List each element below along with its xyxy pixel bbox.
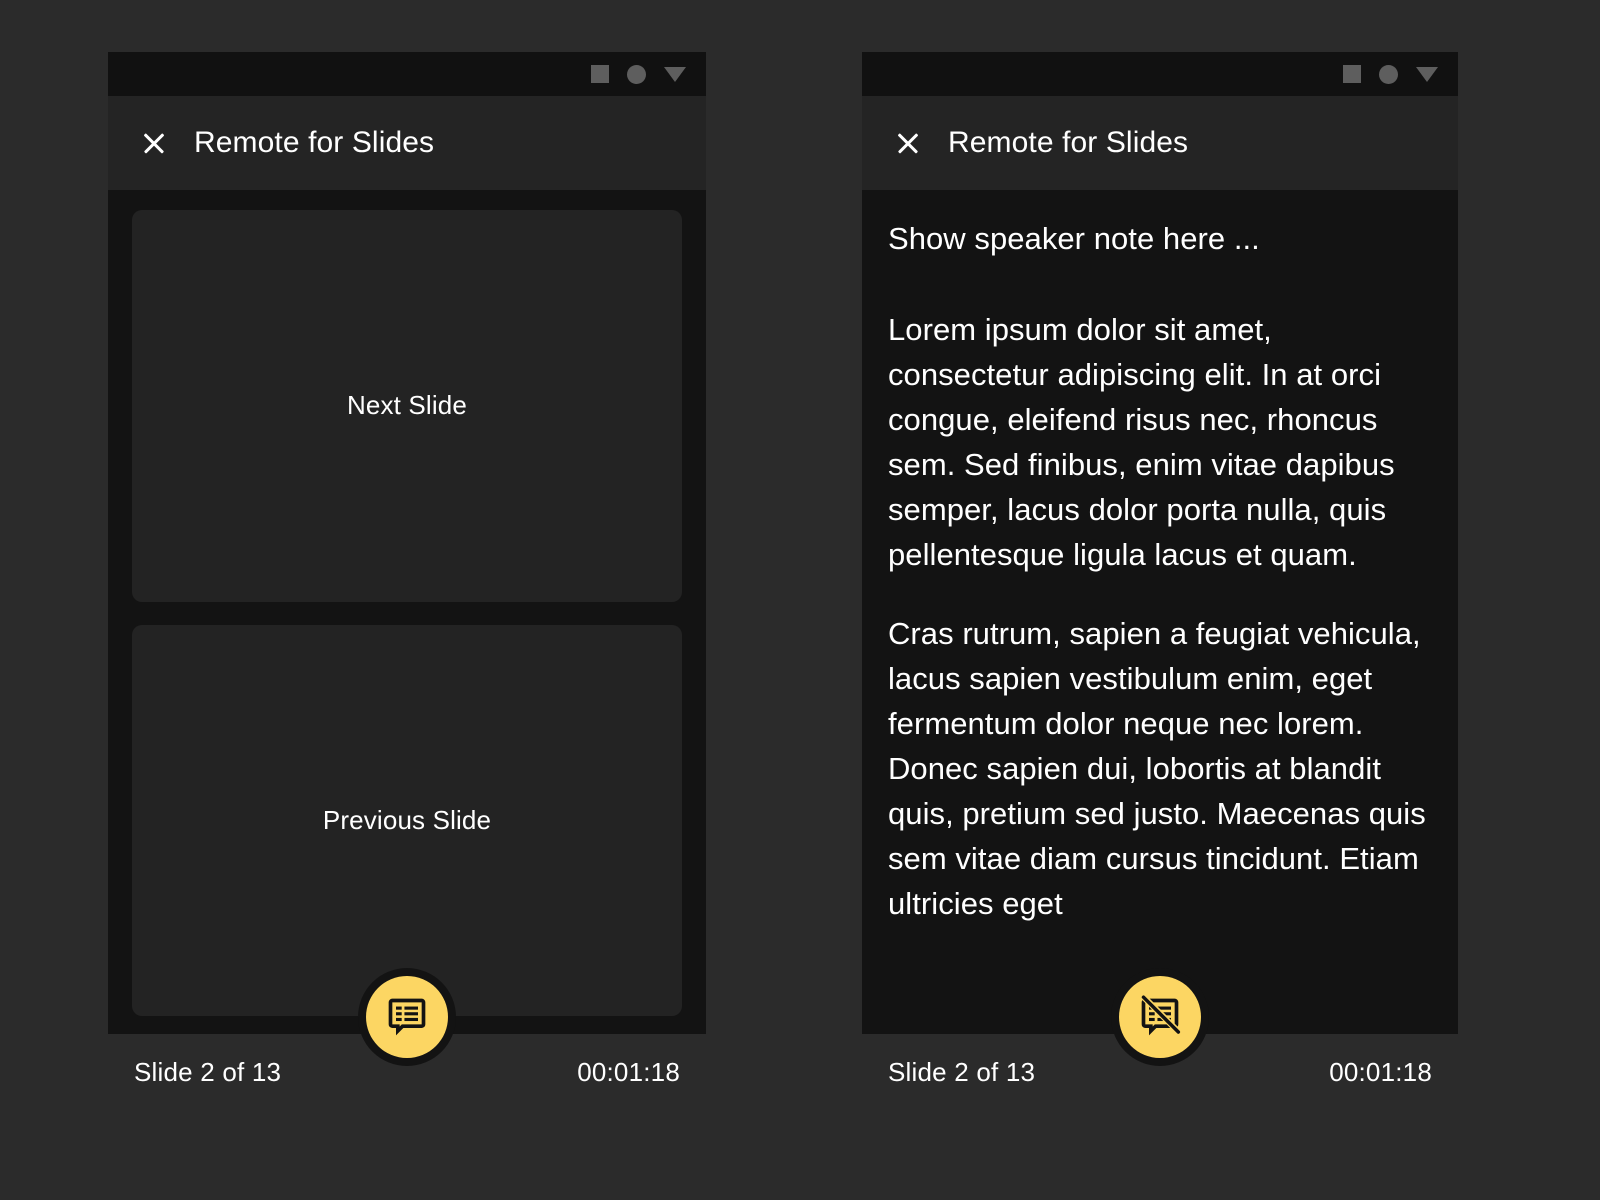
app-bar-left: Remote for Slides (108, 96, 706, 190)
slide-counter: Slide 2 of 13 (134, 1056, 282, 1087)
next-slide-button[interactable]: Next Slide (132, 210, 682, 602)
system-nav-icon-group (591, 64, 686, 84)
square-icon[interactable] (591, 65, 609, 83)
previous-slide-button[interactable]: Previous Slide (132, 624, 682, 1016)
previous-slide-label: Previous Slide (322, 804, 492, 835)
system-navigation-bar-left (108, 52, 706, 96)
screenshot-stage: Remote for Slides Next Slide Previous Sl… (0, 0, 1600, 1200)
speaker-note-paragraph: Cras rutrum, sapien a feugiat vehicula, … (888, 616, 1426, 921)
system-nav-icon-group (1343, 64, 1438, 84)
system-navigation-bar-right (862, 52, 1458, 96)
slide-counter: Slide 2 of 13 (888, 1056, 1036, 1087)
close-icon[interactable] (886, 121, 930, 165)
speaker-notes-icon (385, 995, 429, 1039)
page-title: Remote for Slides (194, 126, 435, 159)
speaker-notes-text[interactable]: Show speaker note here ... Lorem ipsum d… (862, 190, 1458, 1034)
speaker-note-paragraph: Lorem ipsum dolor sit amet, consectetur … (888, 312, 1395, 572)
square-icon[interactable] (1343, 65, 1361, 83)
hide-speaker-notes-fab[interactable] (1119, 976, 1201, 1058)
circle-icon[interactable] (627, 64, 646, 84)
triangle-icon[interactable] (1416, 66, 1438, 82)
phone-mock-right: Remote for Slides Show speaker note here… (862, 52, 1458, 1110)
show-speaker-notes-fab[interactable] (366, 976, 448, 1058)
presentation-timer: 00:01:18 (1329, 1056, 1432, 1087)
phone-mock-left: Remote for Slides Next Slide Previous Sl… (108, 52, 706, 1110)
speaker-note-heading: Show speaker note here ... (888, 221, 1260, 256)
circle-icon[interactable] (1379, 64, 1398, 84)
page-title: Remote for Slides (948, 126, 1189, 159)
app-bar-right: Remote for Slides (862, 96, 1458, 190)
presentation-timer: 00:01:18 (577, 1056, 680, 1087)
speaker-notes-area: Show speaker note here ... Lorem ipsum d… (862, 190, 1458, 1034)
slide-navigation-cards: Next Slide Previous Slide (132, 210, 682, 1016)
next-slide-label: Next Slide (347, 390, 467, 421)
triangle-icon[interactable] (664, 66, 686, 82)
slide-controls-area: Next Slide Previous Slide (108, 190, 706, 1034)
speaker-notes-off-icon (1138, 995, 1182, 1039)
close-icon[interactable] (132, 121, 176, 165)
